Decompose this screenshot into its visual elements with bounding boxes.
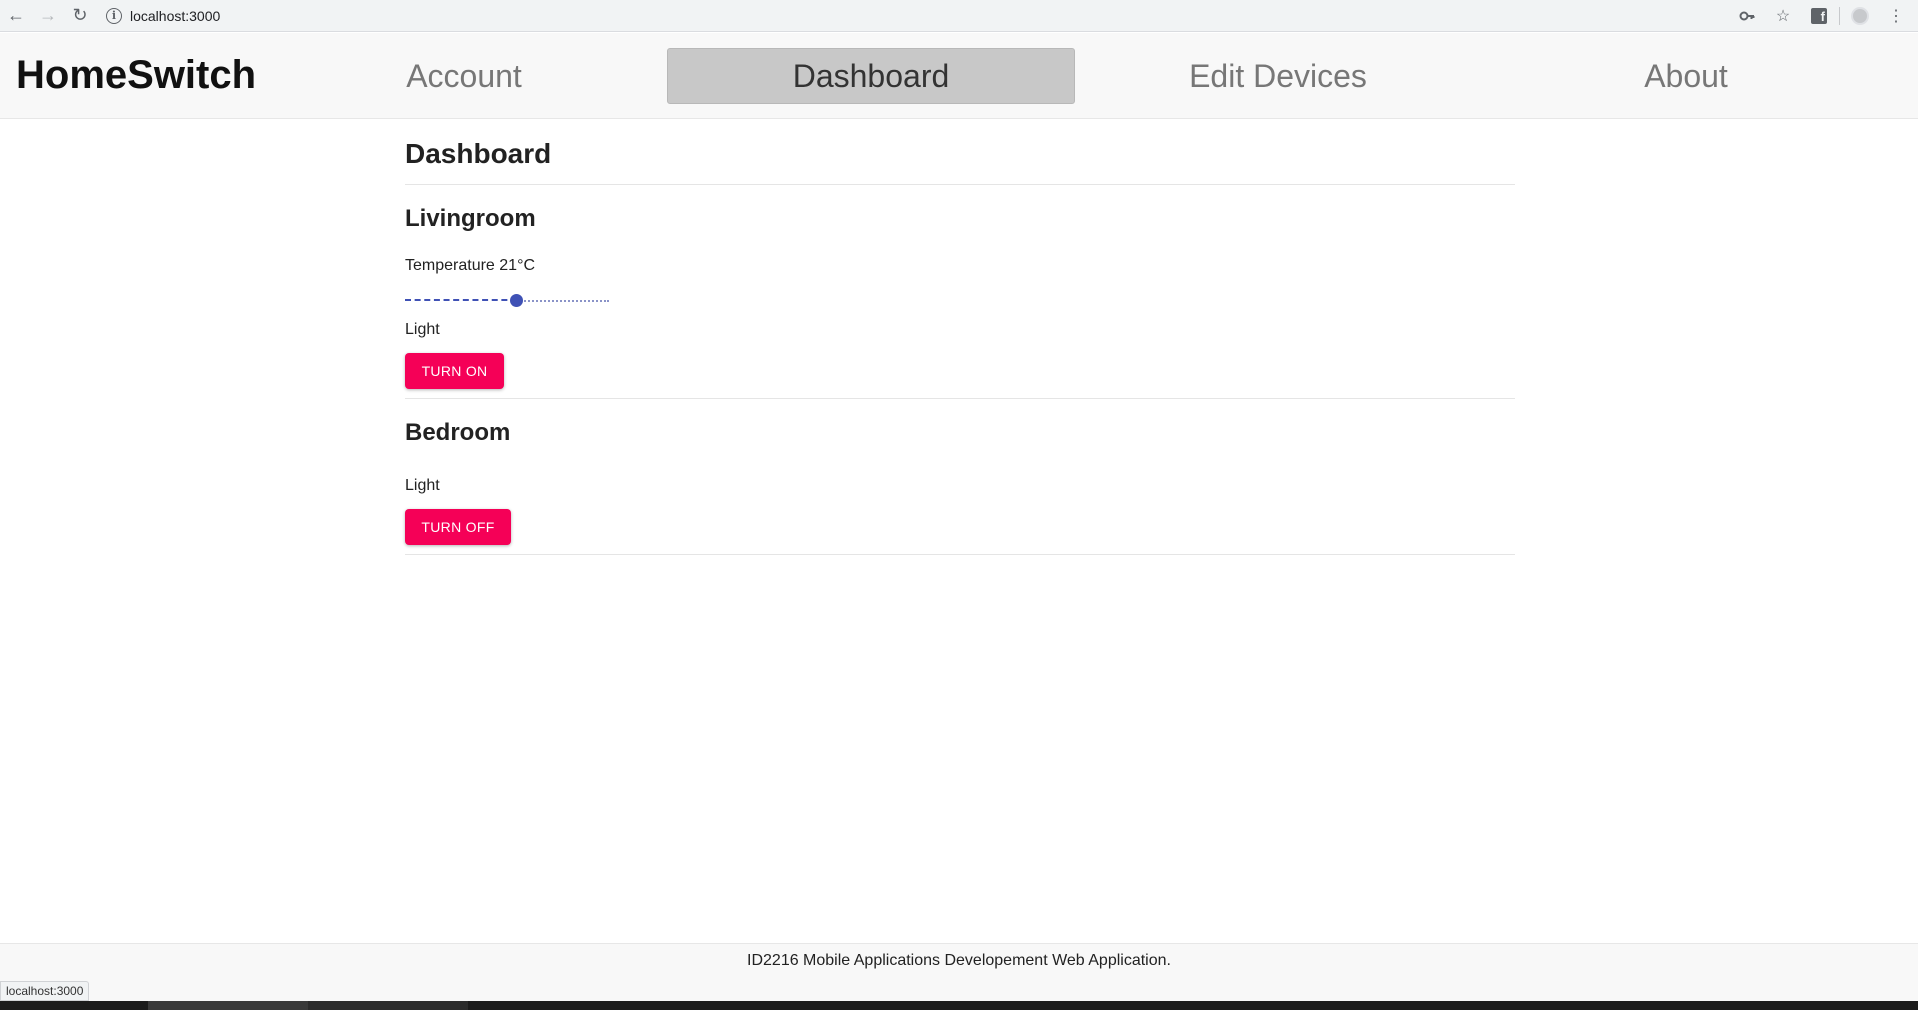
room-title: Livingroom (405, 205, 536, 232)
brand-logo[interactable]: HomeSwitch (16, 53, 256, 98)
facebook-icon[interactable]: f (1803, 2, 1835, 30)
room-card-livingroom: Livingroom Temperature 21°C Light TURN O… (405, 185, 1515, 399)
page-title: Dashboard (405, 120, 1515, 185)
light-label: Light (405, 477, 440, 494)
temperature-slider[interactable] (405, 285, 609, 315)
key-icon[interactable] (1731, 2, 1763, 30)
light-label: Light (405, 321, 440, 338)
app-navbar: HomeSwitch Account Dashboard Edit Device… (0, 33, 1918, 119)
temperature-label: Temperature 21°C (405, 257, 536, 274)
turn-on-button[interactable]: TURN ON (405, 353, 504, 389)
taskbar-item[interactable] (308, 1001, 468, 1010)
menu-icon[interactable]: ⋮ (1880, 2, 1912, 30)
url-text[interactable]: localhost:3000 (130, 8, 220, 24)
room-title: Bedroom (405, 419, 511, 446)
taskbar-item[interactable] (148, 1001, 308, 1010)
room-card-bedroom: Bedroom Light TURN OFF (405, 399, 1515, 555)
reload-icon[interactable]: ↻ (64, 2, 96, 30)
footer: ID2216 Mobile Applications Developement … (0, 943, 1918, 1003)
info-icon[interactable]: i (106, 7, 122, 24)
slider-thumb[interactable] (510, 294, 523, 307)
turn-off-button[interactable]: TURN OFF (405, 509, 511, 545)
nav-edit-devices[interactable]: Edit Devices (1172, 48, 1384, 104)
footer-text: ID2216 Mobile Applications Developement … (747, 952, 1171, 969)
status-bar-url: localhost:3000 (0, 981, 90, 1001)
nav-about[interactable]: About (1580, 48, 1792, 104)
main-content: Dashboard Livingroom Temperature 21°C Li… (405, 120, 1515, 555)
profile-icon[interactable] (1844, 2, 1876, 30)
browser-actions: ☆ f ⋮ (1731, 2, 1918, 30)
address-bar[interactable]: i localhost:3000 (100, 3, 1720, 29)
forward-icon[interactable]: → (32, 2, 64, 30)
browser-toolbar: ← → ↻ i localhost:3000 ☆ f ⋮ (0, 0, 1918, 32)
nav-dashboard[interactable]: Dashboard (667, 48, 1075, 104)
toolbar-divider (1839, 6, 1840, 25)
star-icon[interactable]: ☆ (1767, 2, 1799, 30)
os-taskbar (0, 1001, 1918, 1010)
slider-track-rest (517, 300, 609, 302)
back-icon[interactable]: ← (0, 2, 32, 30)
nav-account[interactable]: Account (357, 48, 571, 104)
slider-track-active (405, 299, 517, 301)
